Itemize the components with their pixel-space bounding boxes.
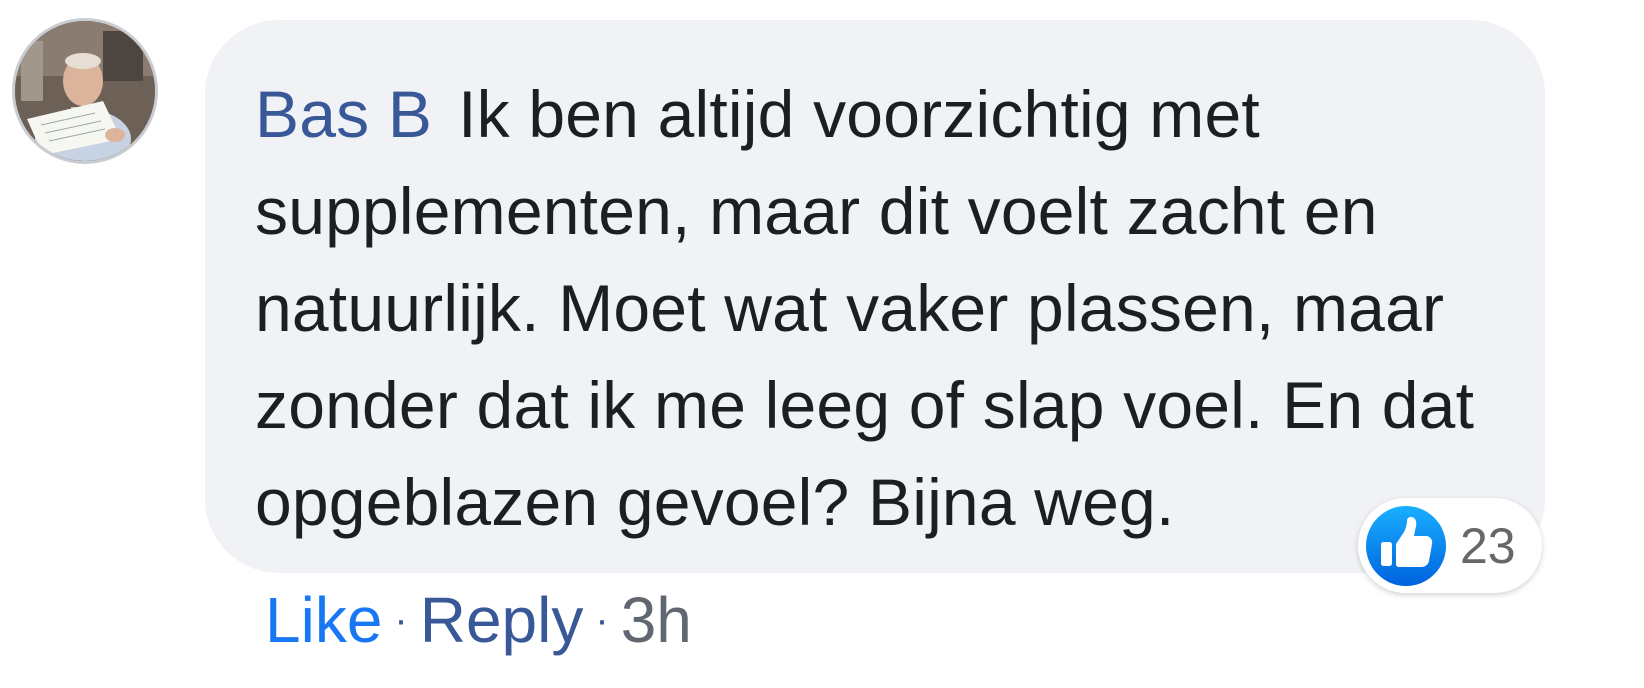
comment-actions: Like · Reply · 3h <box>265 580 692 660</box>
separator: · <box>595 598 609 642</box>
timestamp[interactable]: 3h <box>621 580 692 660</box>
reaction-summary[interactable]: 23 <box>1358 498 1542 593</box>
separator: · <box>394 598 408 642</box>
comment-body: Bas B Ik ben altijd voorzichtig met suppl… <box>255 66 1505 551</box>
profile-photo-icon <box>15 21 155 161</box>
reaction-count: 23 <box>1460 518 1516 574</box>
thumbs-up-icon <box>1366 506 1446 586</box>
comment-text: Ik ben altijd voorzichtig met supplement… <box>255 77 1475 539</box>
avatar[interactable] <box>12 18 158 164</box>
comment-bubble: Bas B Ik ben altijd voorzichtig met suppl… <box>205 20 1545 573</box>
like-button[interactable]: Like <box>265 580 382 660</box>
reply-button[interactable]: Reply <box>420 580 584 660</box>
author-name[interactable]: Bas B <box>255 77 432 151</box>
